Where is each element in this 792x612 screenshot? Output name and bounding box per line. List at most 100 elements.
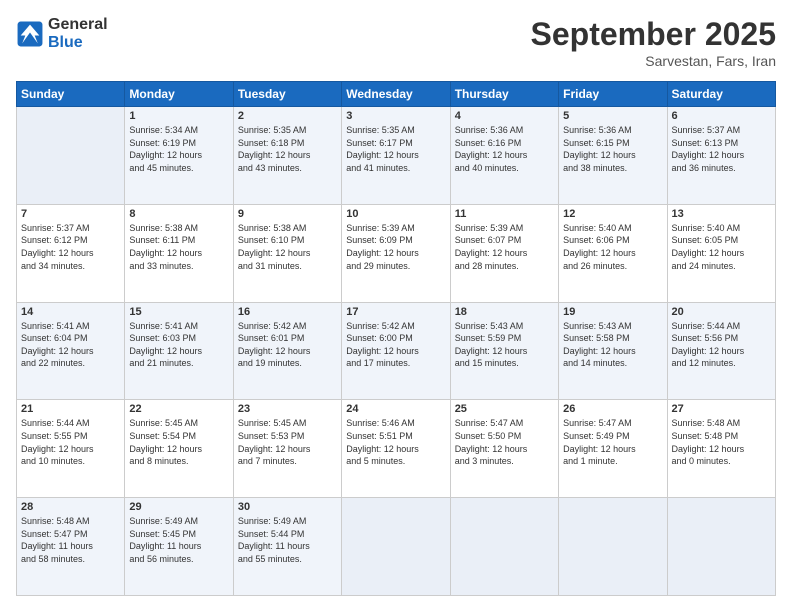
calendar-week-row: 21 Sunrise: 5:44 AM Sunset: 5:55 PM Dayli… xyxy=(17,400,776,498)
day-info: Sunrise: 5:47 AM Sunset: 5:49 PM Dayligh… xyxy=(563,417,662,467)
table-row: 8 Sunrise: 5:38 AM Sunset: 6:11 PM Daylig… xyxy=(125,204,233,302)
day-info: Sunrise: 5:45 AM Sunset: 5:54 PM Dayligh… xyxy=(129,417,228,467)
table-row: 1 Sunrise: 5:34 AM Sunset: 6:19 PM Daylig… xyxy=(125,107,233,205)
day-info: Sunrise: 5:40 AM Sunset: 6:06 PM Dayligh… xyxy=(563,222,662,272)
day-number: 20 xyxy=(672,306,771,318)
day-number: 2 xyxy=(238,110,337,122)
table-row: 10 Sunrise: 5:39 AM Sunset: 6:09 PM Dayli… xyxy=(342,204,450,302)
table-row: 6 Sunrise: 5:37 AM Sunset: 6:13 PM Daylig… xyxy=(667,107,775,205)
col-tuesday: Tuesday xyxy=(233,82,341,107)
logo-text: General Blue xyxy=(48,16,108,51)
day-info: Sunrise: 5:38 AM Sunset: 6:10 PM Dayligh… xyxy=(238,222,337,272)
day-number: 27 xyxy=(672,403,771,415)
day-number: 3 xyxy=(346,110,445,122)
table-row xyxy=(667,498,775,596)
table-row: 11 Sunrise: 5:39 AM Sunset: 6:07 PM Dayli… xyxy=(450,204,558,302)
day-info: Sunrise: 5:46 AM Sunset: 5:51 PM Dayligh… xyxy=(346,417,445,467)
day-number: 29 xyxy=(129,501,228,513)
day-info: Sunrise: 5:36 AM Sunset: 6:16 PM Dayligh… xyxy=(455,124,554,174)
calendar-week-row: 28 Sunrise: 5:48 AM Sunset: 5:47 PM Dayli… xyxy=(17,498,776,596)
month-title: September 2025 xyxy=(531,16,776,53)
day-number: 11 xyxy=(455,208,554,220)
calendar-table: Sunday Monday Tuesday Wednesday Thursday… xyxy=(16,81,776,596)
table-row xyxy=(559,498,667,596)
table-row: 17Sunrise: 5:42 AM Sunset: 6:00 PM Dayli… xyxy=(342,302,450,400)
logo: General Blue xyxy=(16,16,108,51)
day-info: Sunrise: 5:38 AM Sunset: 6:11 PM Dayligh… xyxy=(129,222,228,272)
day-number: 24 xyxy=(346,403,445,415)
day-info: Sunrise: 5:42 AM Sunset: 6:01 PM Dayligh… xyxy=(238,320,337,370)
table-row xyxy=(17,107,125,205)
day-number: 15 xyxy=(129,306,228,318)
col-monday: Monday xyxy=(125,82,233,107)
day-number: 23 xyxy=(238,403,337,415)
table-row: 28 Sunrise: 5:48 AM Sunset: 5:47 PM Dayli… xyxy=(17,498,125,596)
table-row: 12 Sunrise: 5:40 AM Sunset: 6:06 PM Dayli… xyxy=(559,204,667,302)
day-number: 12 xyxy=(563,208,662,220)
table-row: 21 Sunrise: 5:44 AM Sunset: 5:55 PM Dayli… xyxy=(17,400,125,498)
day-number: 10 xyxy=(346,208,445,220)
col-saturday: Saturday xyxy=(667,82,775,107)
table-row: 15 Sunrise: 5:41 AM Sunset: 6:03 PM Dayli… xyxy=(125,302,233,400)
table-row: 16 Sunrise: 5:42 AM Sunset: 6:01 PM Dayli… xyxy=(233,302,341,400)
table-row: 26 Sunrise: 5:47 AM Sunset: 5:49 PM Dayli… xyxy=(559,400,667,498)
table-row: 29 Sunrise: 5:49 AM Sunset: 5:45 PM Dayli… xyxy=(125,498,233,596)
day-info: Sunrise: 5:47 AM Sunset: 5:50 PM Dayligh… xyxy=(455,417,554,467)
day-info: Sunrise: 5:34 AM Sunset: 6:19 PM Dayligh… xyxy=(129,124,228,174)
day-info: Sunrise: 5:43 AM Sunset: 5:59 PM Dayligh… xyxy=(455,320,554,370)
day-number: 18 xyxy=(455,306,554,318)
calendar-week-row: 14Sunrise: 5:41 AM Sunset: 6:04 PM Dayli… xyxy=(17,302,776,400)
table-row: 3 Sunrise: 5:35 AM Sunset: 6:17 PM Daylig… xyxy=(342,107,450,205)
day-number: 1 xyxy=(129,110,228,122)
calendar-week-row: 1 Sunrise: 5:34 AM Sunset: 6:19 PM Daylig… xyxy=(17,107,776,205)
day-number: 16 xyxy=(238,306,337,318)
table-row: 2 Sunrise: 5:35 AM Sunset: 6:18 PM Daylig… xyxy=(233,107,341,205)
day-info: Sunrise: 5:44 AM Sunset: 5:55 PM Dayligh… xyxy=(21,417,120,467)
day-info: Sunrise: 5:35 AM Sunset: 6:17 PM Dayligh… xyxy=(346,124,445,174)
logo-icon xyxy=(16,20,44,48)
day-info: Sunrise: 5:35 AM Sunset: 6:18 PM Dayligh… xyxy=(238,124,337,174)
table-row: 22 Sunrise: 5:45 AM Sunset: 5:54 PM Dayli… xyxy=(125,400,233,498)
day-number: 28 xyxy=(21,501,120,513)
calendar-week-row: 7 Sunrise: 5:37 AM Sunset: 6:12 PM Daylig… xyxy=(17,204,776,302)
col-thursday: Thursday xyxy=(450,82,558,107)
day-info: Sunrise: 5:41 AM Sunset: 6:03 PM Dayligh… xyxy=(129,320,228,370)
table-row: 13Sunrise: 5:40 AM Sunset: 6:05 PM Dayli… xyxy=(667,204,775,302)
day-number: 7 xyxy=(21,208,120,220)
table-row: 9Sunrise: 5:38 AM Sunset: 6:10 PM Daylig… xyxy=(233,204,341,302)
day-number: 30 xyxy=(238,501,337,513)
day-info: Sunrise: 5:49 AM Sunset: 5:45 PM Dayligh… xyxy=(129,515,228,565)
title-block: September 2025 Sarvestan, Fars, Iran xyxy=(531,16,776,69)
day-number: 5 xyxy=(563,110,662,122)
table-row: 25Sunrise: 5:47 AM Sunset: 5:50 PM Dayli… xyxy=(450,400,558,498)
day-info: Sunrise: 5:49 AM Sunset: 5:44 PM Dayligh… xyxy=(238,515,337,565)
day-number: 21 xyxy=(21,403,120,415)
day-info: Sunrise: 5:40 AM Sunset: 6:05 PM Dayligh… xyxy=(672,222,771,272)
day-number: 19 xyxy=(563,306,662,318)
day-info: Sunrise: 5:43 AM Sunset: 5:58 PM Dayligh… xyxy=(563,320,662,370)
table-row: 24 Sunrise: 5:46 AM Sunset: 5:51 PM Dayli… xyxy=(342,400,450,498)
day-number: 26 xyxy=(563,403,662,415)
day-number: 6 xyxy=(672,110,771,122)
day-info: Sunrise: 5:37 AM Sunset: 6:12 PM Dayligh… xyxy=(21,222,120,272)
day-info: Sunrise: 5:39 AM Sunset: 6:09 PM Dayligh… xyxy=(346,222,445,272)
day-info: Sunrise: 5:45 AM Sunset: 5:53 PM Dayligh… xyxy=(238,417,337,467)
table-row: 18 Sunrise: 5:43 AM Sunset: 5:59 PM Dayli… xyxy=(450,302,558,400)
table-row: 14Sunrise: 5:41 AM Sunset: 6:04 PM Dayli… xyxy=(17,302,125,400)
page: General Blue September 2025 Sarvestan, F… xyxy=(0,0,792,612)
table-row xyxy=(450,498,558,596)
day-info: Sunrise: 5:37 AM Sunset: 6:13 PM Dayligh… xyxy=(672,124,771,174)
table-row xyxy=(342,498,450,596)
day-number: 17 xyxy=(346,306,445,318)
day-info: Sunrise: 5:39 AM Sunset: 6:07 PM Dayligh… xyxy=(455,222,554,272)
table-row: 20Sunrise: 5:44 AM Sunset: 5:56 PM Dayli… xyxy=(667,302,775,400)
table-row: 7 Sunrise: 5:37 AM Sunset: 6:12 PM Daylig… xyxy=(17,204,125,302)
day-info: Sunrise: 5:48 AM Sunset: 5:47 PM Dayligh… xyxy=(21,515,120,565)
day-info: Sunrise: 5:48 AM Sunset: 5:48 PM Dayligh… xyxy=(672,417,771,467)
day-number: 8 xyxy=(129,208,228,220)
col-friday: Friday xyxy=(559,82,667,107)
table-row: 27 Sunrise: 5:48 AM Sunset: 5:48 PM Dayli… xyxy=(667,400,775,498)
day-number: 22 xyxy=(129,403,228,415)
col-wednesday: Wednesday xyxy=(342,82,450,107)
table-row: 30 Sunrise: 5:49 AM Sunset: 5:44 PM Dayli… xyxy=(233,498,341,596)
